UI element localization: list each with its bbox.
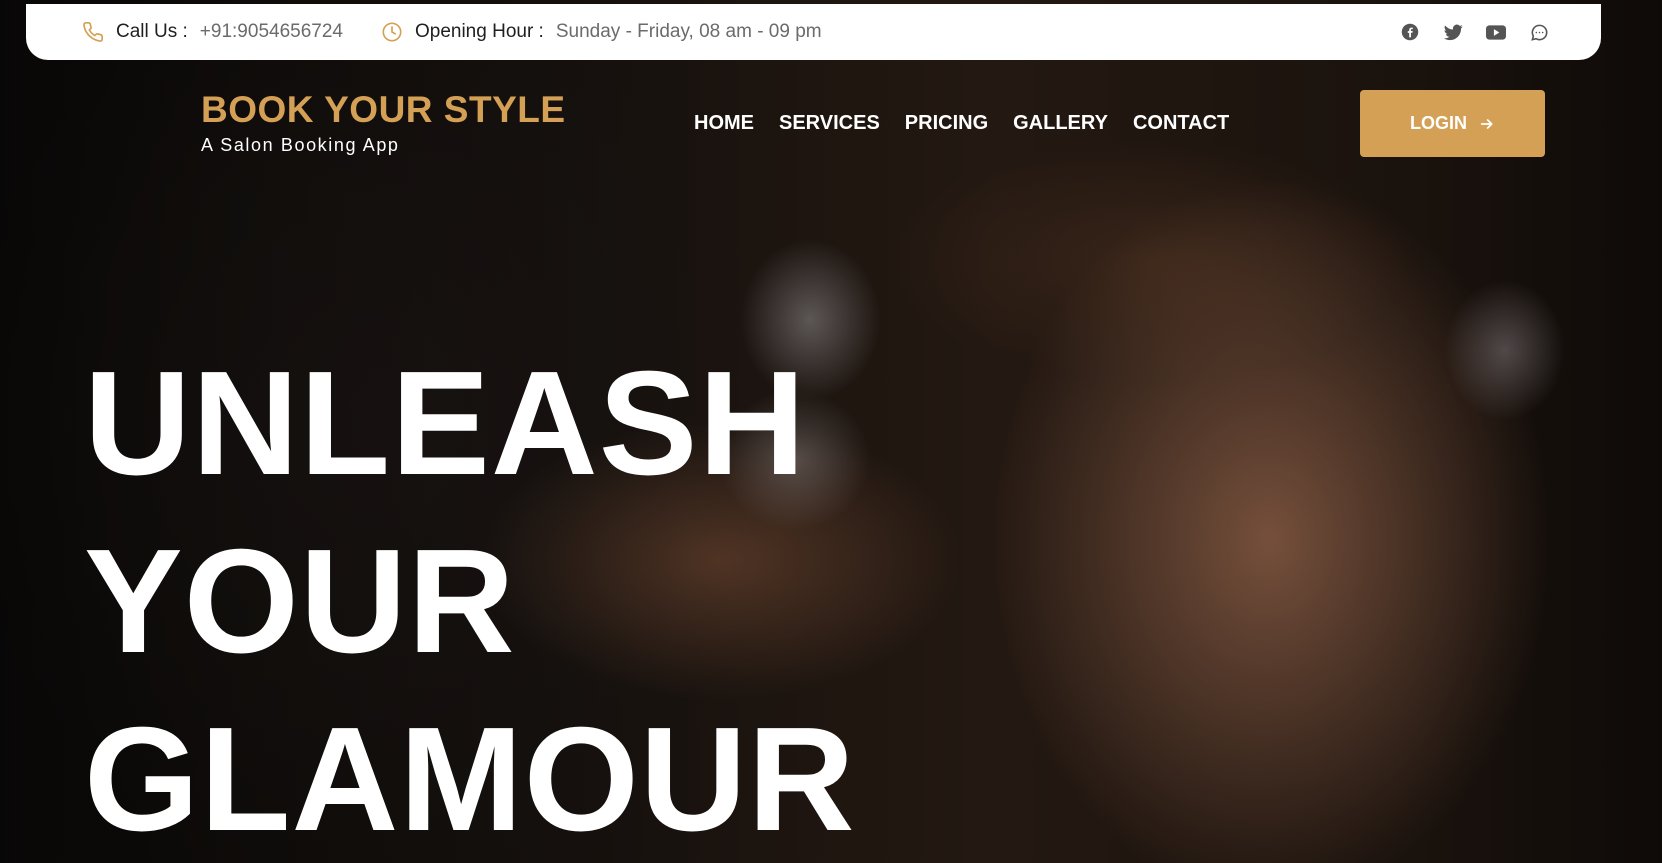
social-links <box>1377 22 1549 42</box>
hero-headline-line-3: GLAMOUR <box>84 697 856 862</box>
arrow-right-icon <box>1479 116 1495 132</box>
opening-hour-label: Opening Hour : <box>414 21 544 42</box>
call-us-phone-number[interactable]: +91:9054656724 <box>200 21 343 43</box>
opening-hour-value: Sunday - Friday, 08 am - 09 pm <box>555 21 822 42</box>
chat-icon[interactable] <box>1529 22 1549 42</box>
opening-hour-info: Opening Hour : Sunday - Friday, 08 am - … <box>381 21 822 43</box>
page: Call Us : +91:9054656724 Opening Hour : … <box>0 0 1662 863</box>
call-us-info: Call Us : +91:9054656724 <box>82 21 343 43</box>
hero-headline: UNLEASH YOUR GLAMOUR <box>84 335 856 863</box>
hero-headline-line-1: UNLEASH <box>84 341 807 506</box>
twitter-icon[interactable] <box>1443 22 1463 42</box>
nav-gallery[interactable]: GALLERY <box>1013 112 1108 135</box>
nav-contact[interactable]: CONTACT <box>1133 112 1229 135</box>
nav-services[interactable]: SERVICES <box>779 112 880 135</box>
brand-subtitle: A Salon Booking App <box>201 135 400 155</box>
top-info-bar: Call Us : +91:9054656724 Opening Hour : … <box>26 4 1601 60</box>
login-button-label: LOGIN <box>1410 113 1467 133</box>
brand-logo[interactable]: BOOK YOUR STYLE A Salon Booking App <box>201 88 566 156</box>
facebook-icon[interactable] <box>1400 22 1420 42</box>
hero-headline-line-2: YOUR <box>84 519 516 684</box>
brand-title: BOOK YOUR STYLE <box>201 89 566 130</box>
youtube-icon[interactable] <box>1486 22 1506 42</box>
clock-icon <box>381 21 403 43</box>
nav-pricing[interactable]: PRICING <box>905 112 988 135</box>
call-us-label: Call Us : <box>116 21 188 42</box>
nav-home[interactable]: HOME <box>694 112 754 135</box>
main-nav: HOME SERVICES PRICING GALLERY CONTACT <box>694 112 1254 135</box>
login-button[interactable]: LOGIN <box>1360 90 1545 157</box>
phone-icon <box>82 21 104 43</box>
